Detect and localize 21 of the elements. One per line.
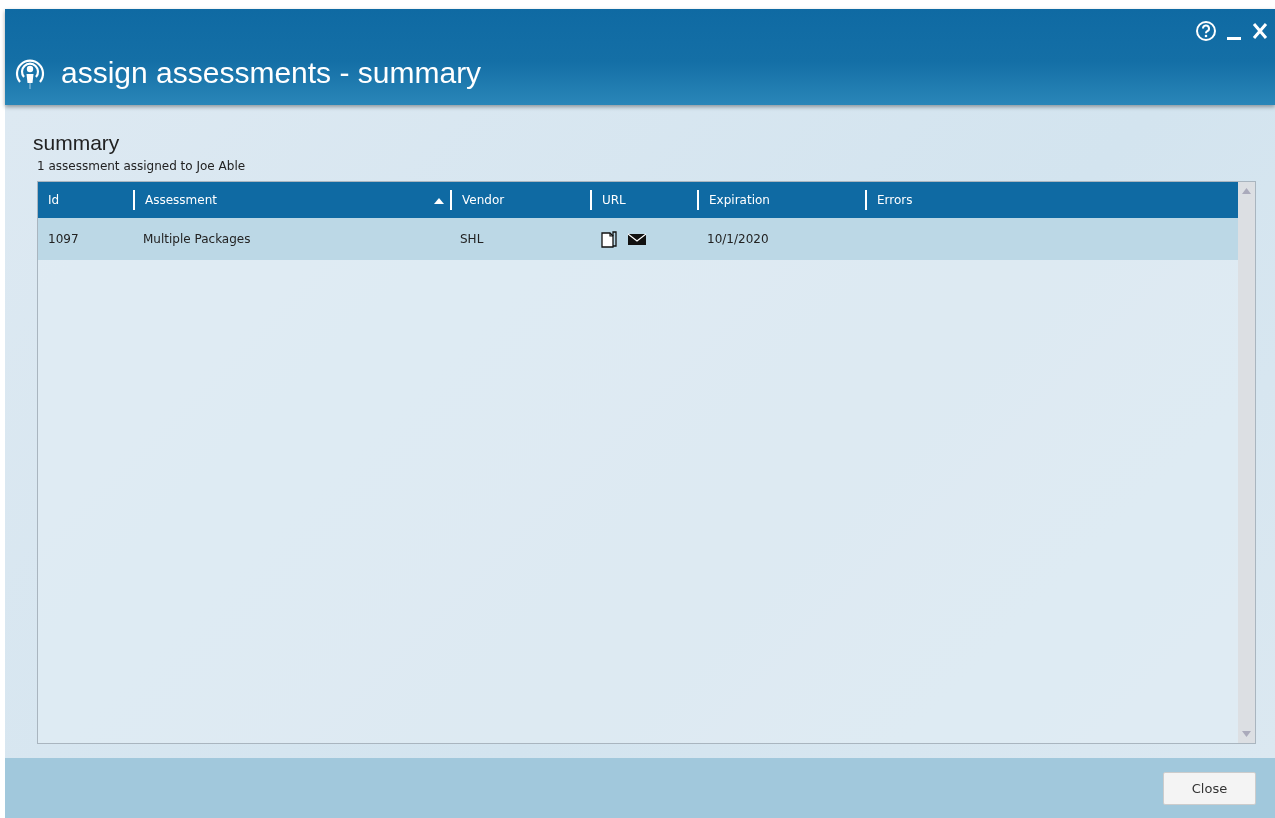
table-row[interactable]: 1097 Multiple Packages SHL 10/1/2020 [38,218,1238,260]
close-button[interactable]: Close [1163,771,1256,805]
window-title: assign assessments - summary [61,56,482,90]
section-heading: summary [33,131,121,155]
table-cell: 1097 [48,232,79,246]
summary-text: 1 assessment assigned to Joe Able [37,159,247,173]
column-header[interactable]: Vendor [450,190,590,210]
table-cell: Multiple Packages [143,232,251,246]
envelope-icon[interactable] [628,232,646,246]
table-cell: SHL [460,232,484,246]
scrollbar[interactable] [1238,182,1255,743]
column-header[interactable]: Expiration [697,190,865,210]
scroll-up-icon [1242,188,1251,194]
column-header[interactable]: Id [38,190,133,210]
close-icon[interactable] [1251,20,1269,42]
copy-icon[interactable] [600,230,618,248]
column-header[interactable]: Assessment [133,190,450,210]
help-icon[interactable] [1195,20,1217,42]
column-header[interactable]: URL [590,190,697,210]
scroll-down-icon [1242,731,1251,737]
table-cell: 10/1/2020 [707,232,769,246]
